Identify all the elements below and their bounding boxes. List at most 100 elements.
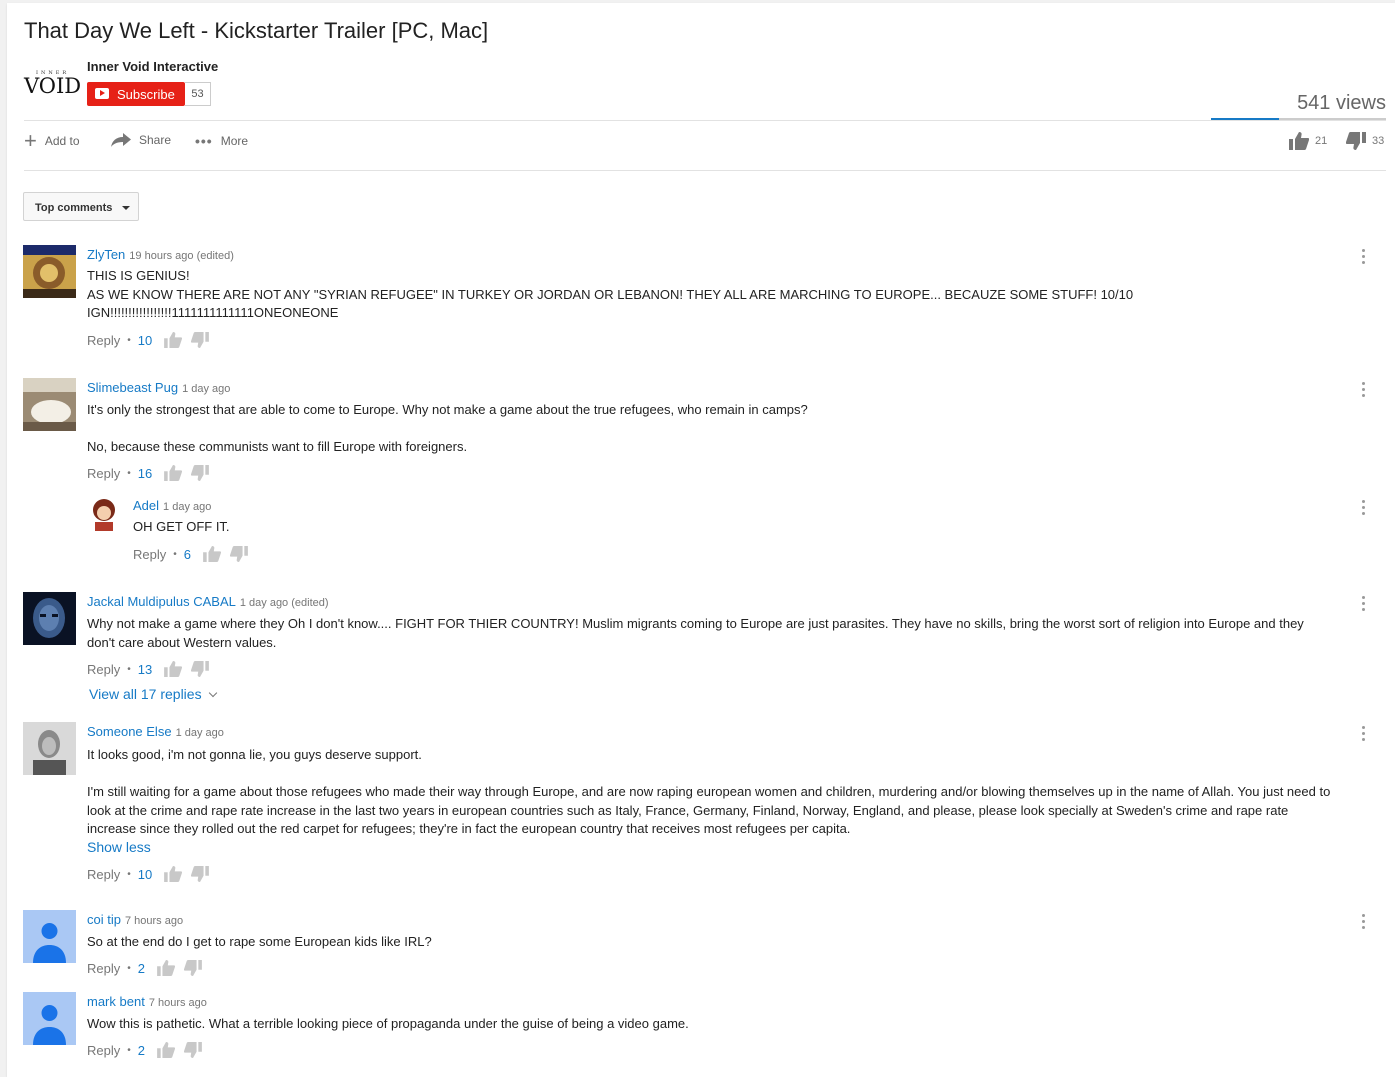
- thumbs-up-icon[interactable]: [164, 866, 183, 882]
- thumbs-down-icon[interactable]: [184, 1042, 202, 1058]
- thumbs-down-icon[interactable]: [191, 332, 210, 348]
- comment-actions: Reply • 6: [133, 546, 257, 562]
- reply-button[interactable]: Reply: [133, 547, 166, 562]
- comment-menu-icon[interactable]: [1362, 249, 1366, 265]
- default-avatar-icon: [23, 992, 76, 1045]
- avatar-image: [23, 245, 76, 298]
- comment-author[interactable]: mark bent: [87, 994, 145, 1009]
- video-like-count: 21: [1315, 135, 1328, 147]
- comment-menu-icon[interactable]: [1362, 914, 1366, 930]
- share-icon: [111, 133, 131, 147]
- avatar[interactable]: [87, 496, 122, 531]
- comment-author[interactable]: Someone Else: [87, 724, 172, 739]
- avatar-image: [23, 378, 76, 431]
- comment-time[interactable]: 7 hours ago: [149, 997, 207, 1009]
- avatar[interactable]: [23, 245, 76, 298]
- comment-menu-icon[interactable]: [1362, 596, 1366, 612]
- reply-button[interactable]: Reply: [87, 961, 120, 976]
- comment-time[interactable]: 1 day ago: [163, 501, 211, 513]
- thumbs-down-icon[interactable]: [230, 546, 248, 562]
- comment-actions: Reply • 10: [87, 332, 218, 348]
- comment-author[interactable]: coi tip: [87, 912, 121, 927]
- comment-line: No, because these communists want to fil…: [87, 439, 468, 454]
- comment-text: THIS IS GENIUS! AS WE KNOW THERE ARE NOT…: [87, 267, 1335, 323]
- avatar[interactable]: [23, 992, 76, 1045]
- comment-header: Someone Else 1 day ago: [87, 724, 224, 739]
- comment-header: ZlyTen 19 hours ago (edited): [87, 247, 234, 262]
- thumbs-up-icon[interactable]: [203, 546, 221, 562]
- comment-author[interactable]: ZlyTen: [87, 247, 125, 262]
- avatar[interactable]: [23, 378, 76, 431]
- comment-like-count: 13: [137, 661, 153, 677]
- video-like-button[interactable]: 21: [1289, 132, 1327, 150]
- comment-line: It looks good, i'm not gonna lie, you gu…: [87, 747, 422, 762]
- comment-actions: Reply • 13: [87, 661, 218, 677]
- comment-menu-icon[interactable]: [1362, 382, 1366, 398]
- thumbs-up-icon[interactable]: [164, 465, 183, 481]
- video-dislike-button[interactable]: 33: [1346, 132, 1384, 150]
- reply-button[interactable]: Reply: [87, 867, 120, 882]
- comment-line: [87, 420, 1335, 439]
- channel-logo[interactable]: INNER VOID: [24, 70, 81, 100]
- subscribe-button[interactable]: Subscribe: [87, 82, 185, 106]
- comment-menu-icon[interactable]: [1362, 500, 1366, 516]
- thumbs-down-icon[interactable]: [184, 960, 202, 976]
- comment-time[interactable]: 19 hours ago (edited): [129, 250, 234, 262]
- comment-line: THIS IS GENIUS!: [87, 268, 190, 283]
- avatar-image: [23, 722, 76, 775]
- reply-button[interactable]: Reply: [87, 662, 120, 677]
- reply-button[interactable]: Reply: [87, 1043, 120, 1058]
- more-label: More: [220, 134, 249, 148]
- comment-line: IGN!!!!!!!!!!!!!!!!!1111111111111ONEONEO…: [87, 305, 339, 320]
- thumbs-down-icon[interactable]: [191, 661, 210, 677]
- comment-line: It's only the strongest that are able to…: [87, 402, 808, 417]
- comment-like-count: 2: [137, 960, 145, 976]
- avatar[interactable]: [23, 592, 76, 645]
- youtube-play-icon: [95, 88, 109, 99]
- comment-time[interactable]: 1 day ago (edited): [240, 597, 329, 609]
- avatar[interactable]: [23, 722, 76, 775]
- sort-comments-dropdown[interactable]: Top comments: [23, 192, 139, 221]
- thumbs-up-icon[interactable]: [157, 1042, 175, 1058]
- comment-text: So at the end do I get to rape some Euro…: [87, 933, 1335, 952]
- comment-like-count: 10: [137, 866, 153, 882]
- comment-author[interactable]: Jackal Muldipulus CABAL: [87, 594, 236, 609]
- reply-text: OH GET OFF IT.: [133, 518, 1335, 537]
- avatar-image: [87, 496, 122, 531]
- view-replies-link[interactable]: View all 17 replies: [89, 686, 217, 702]
- more-button[interactable]: ••• More: [195, 133, 248, 149]
- subscriber-count: 53: [185, 82, 211, 106]
- avatar[interactable]: [23, 910, 76, 963]
- thumbs-up-icon[interactable]: [157, 960, 175, 976]
- comment-time[interactable]: 1 day ago: [176, 727, 224, 739]
- comment-text: It looks good, i'm not gonna lie, you gu…: [87, 746, 1335, 839]
- channel-name[interactable]: Inner Void Interactive: [87, 59, 218, 74]
- default-avatar-icon: [23, 910, 76, 963]
- comment-author[interactable]: Adel: [133, 498, 159, 513]
- reply-button[interactable]: Reply: [87, 333, 120, 348]
- thumbs-up-icon[interactable]: [164, 332, 183, 348]
- view-count: 541 views: [1297, 92, 1386, 114]
- add-to-button[interactable]: + Add to: [24, 128, 80, 153]
- comment-header: mark bent 7 hours ago: [87, 994, 207, 1009]
- comment-line: I'm still waiting for a game about those…: [87, 784, 1331, 836]
- comment-line: [87, 765, 1335, 784]
- comment-author[interactable]: Slimebeast Pug: [87, 380, 178, 395]
- comment-menu-icon[interactable]: [1362, 726, 1366, 742]
- thumbs-down-icon[interactable]: [191, 866, 210, 882]
- show-less-link[interactable]: Show less: [87, 839, 151, 855]
- comment-time[interactable]: 7 hours ago: [125, 915, 183, 927]
- caret-down-icon: [122, 206, 130, 210]
- comment-time[interactable]: 1 day ago: [182, 383, 230, 395]
- comment-line: Wow this is pathetic. What a terrible lo…: [87, 1016, 689, 1031]
- share-label: Share: [139, 133, 172, 147]
- share-button[interactable]: Share: [111, 133, 171, 147]
- comment-header: coi tip 7 hours ago: [87, 912, 183, 927]
- thumbs-up-icon[interactable]: [164, 661, 183, 677]
- plus-icon: +: [24, 128, 37, 153]
- reply-button[interactable]: Reply: [87, 466, 120, 481]
- comment-actions: Reply • 2: [87, 1042, 211, 1058]
- thumbs-down-icon[interactable]: [191, 465, 210, 481]
- add-to-label: Add to: [44, 134, 80, 148]
- comment-header: Slimebeast Pug 1 day ago: [87, 380, 230, 395]
